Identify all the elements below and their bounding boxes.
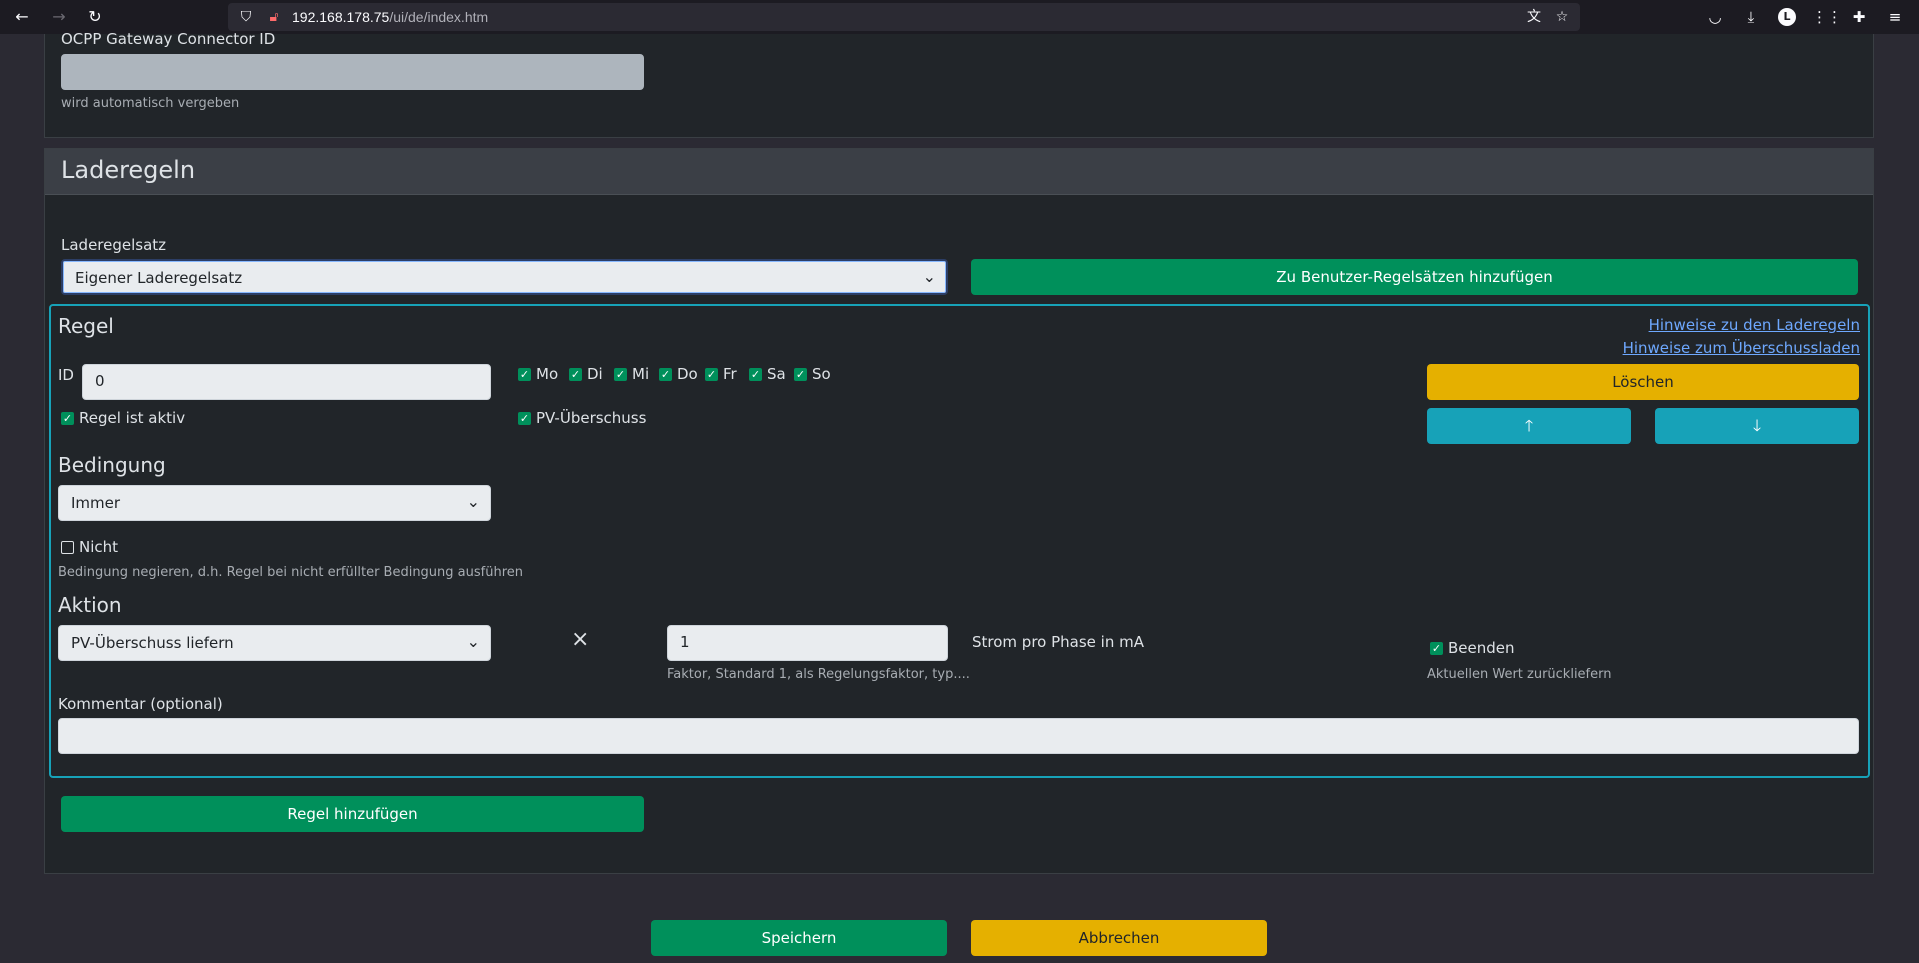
back-icon[interactable]: ← [11,6,33,28]
rule-active-label: Regel ist aktiv [79,409,186,427]
ruleset-select[interactable]: Eigener Laderegelsatz ⌄ [61,259,948,295]
day-label-di: Di [587,365,603,383]
gateway-card: OCPP Gateway Connector ID wird automatis… [44,30,1874,138]
gateway-label: OCPP Gateway Connector ID [61,30,276,48]
day-label-mo: Mo [536,365,559,383]
card-header: Laderegeln [45,149,1873,195]
factor-help: Faktor, Standard 1, als Regelungsfaktor,… [667,667,970,682]
insecure-lock-icon[interactable]: 🔓︎ [264,7,284,27]
action-title: Aktion [58,593,122,617]
add-rule-button[interactable]: Regel hinzufügen [61,796,644,832]
pv-surplus-label: PV-Überschuss [536,409,647,427]
move-up-button[interactable]: 🡑 [1427,408,1631,444]
day-label-do: Do [677,365,698,383]
checkbox-sa[interactable]: ✓ [749,368,762,381]
pv-surplus-checkbox[interactable]: ✓ [518,412,531,425]
link-surplus-hints[interactable]: Hinweise zum Überschussladen [1623,339,1860,357]
reload-icon[interactable]: ↻ [84,6,106,28]
url-text[interactable]: 192.168.178.75/ui/de/index.htm [292,9,488,25]
download-icon[interactable]: ⤓ [1740,6,1762,28]
gateway-help: wird automatisch vergeben [61,96,240,111]
translate-icon[interactable]: 文 [1524,7,1544,27]
rule-box: Regel Hinweise zu den Laderegeln Hinweis… [49,304,1870,778]
action-select-value: PV-Überschuss liefern [71,634,234,652]
not-checkbox[interactable] [61,541,74,554]
cancel-button[interactable]: Abbrechen [971,920,1267,956]
forward-icon[interactable]: → [48,6,70,28]
account-avatar-icon[interactable]: L [1778,8,1796,26]
unit-text: Strom pro Phase in mA [972,633,1144,651]
address-bar[interactable]: ⛉ 🔓︎ 192.168.178.75/ui/de/index.htm 文 ☆ [228,3,1580,31]
not-help: Bedingung negieren, d.h. Regel bei nicht… [58,565,524,580]
section-title: Laderegeln [61,156,196,184]
checkbox-so[interactable]: ✓ [794,368,807,381]
not-label: Nicht [79,538,119,556]
day-label-fr: Fr [723,365,737,383]
factor-input[interactable]: 1 [667,625,948,661]
condition-title: Bedingung [58,453,166,477]
apps-grid-icon[interactable]: ⋮⋮ [1812,6,1842,28]
ruleset-select-value: Eigener Laderegelsatz [75,269,243,287]
checkbox-fr[interactable]: ✓ [705,368,718,381]
add-user-ruleset-button[interactable]: Zu Benutzer-Regelsätzen hinzufügen [971,259,1858,295]
rule-title: Regel [58,314,114,338]
condition-select[interactable]: Immer ⌄ [58,485,491,521]
day-label-mi: Mi [632,365,650,383]
checkbox-do[interactable]: ✓ [659,368,672,381]
rule-id-input[interactable]: 0 [82,364,491,400]
day-label-so: So [812,365,831,383]
arrow-up-icon: 🡑 [1524,416,1534,435]
ruleset-label: Laderegelsatz [61,236,167,254]
end-checkbox[interactable]: ✓ [1430,642,1443,655]
day-label-sa: Sa [767,365,786,383]
chevron-down-icon: ⌄ [922,267,936,286]
checkbox-mi[interactable]: ✓ [614,368,627,381]
end-label: Beenden [1448,639,1515,657]
comment-input[interactable] [58,718,1859,754]
arrow-down-icon: 🡓 [1752,416,1762,435]
checkbox-mo[interactable]: ✓ [518,368,531,381]
url-host: 192.168.178.75 [292,9,390,25]
browser-toolbar: ← → ↻ ⛉ 🔓︎ 192.168.178.75/ui/de/index.ht… [0,0,1919,34]
url-path: /ui/de/index.htm [389,9,489,25]
chevron-down-icon: ⌄ [466,492,480,511]
save-button[interactable]: Speichern [651,920,947,956]
shield-icon[interactable]: ⛉ [236,7,256,27]
chevron-down-icon: ⌄ [466,632,480,651]
id-label: ID [58,366,74,384]
rule-active-checkbox[interactable]: ✓ [61,412,74,425]
multiply-icon: × [571,627,590,652]
bookmark-star-icon[interactable]: ☆ [1552,7,1572,27]
action-select[interactable]: PV-Überschuss liefern ⌄ [58,625,491,661]
link-rules-hints[interactable]: Hinweise zu den Laderegeln [1649,316,1860,334]
comment-label: Kommentar (optional) [58,695,223,713]
delete-rule-button[interactable]: Löschen [1427,364,1859,400]
condition-select-value: Immer [71,494,121,512]
move-down-button[interactable]: 🡓 [1655,408,1859,444]
gateway-connector-id-input[interactable] [61,54,644,90]
checkbox-di[interactable]: ✓ [569,368,582,381]
menu-icon[interactable]: ≡ [1884,6,1906,28]
extensions-icon[interactable]: ✚ [1848,6,1870,28]
end-help: Aktuellen Wert zurückliefern [1427,667,1612,682]
pocket-icon[interactable]: ◡ [1704,6,1726,28]
